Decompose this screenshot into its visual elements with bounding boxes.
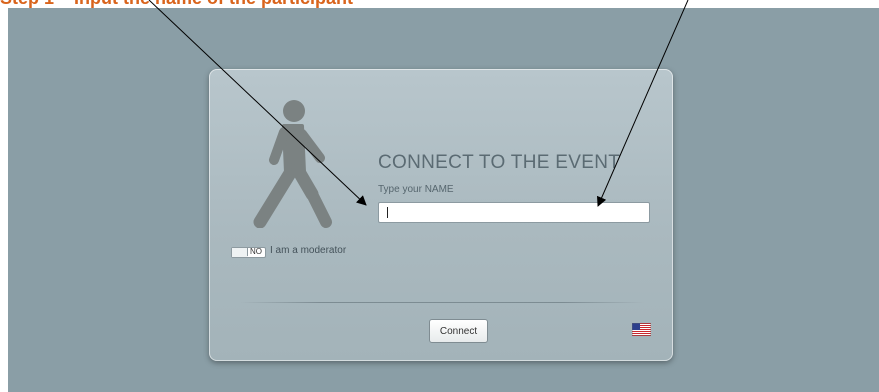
walking-person-icon [253,100,332,228]
divider [240,302,644,303]
name-field-label: Type your NAME [378,184,454,195]
top-strip: Step 1 – Input the name of the participa… [0,0,879,8]
dialog-title: CONNECT TO THE EVENT [378,152,621,173]
moderator-toggle[interactable]: NO [231,247,266,258]
us-flag-icon[interactable] [632,323,651,336]
cut-off-heading: Step 1 – Input the name of the participa… [0,0,353,8]
moderator-label: I am a moderator [270,245,347,256]
name-input[interactable] [378,202,650,223]
connect-button[interactable]: Connect [429,319,488,343]
toggle-state-label: NO [247,247,264,256]
text-caret [387,207,388,218]
toggle-knob [232,248,248,257]
